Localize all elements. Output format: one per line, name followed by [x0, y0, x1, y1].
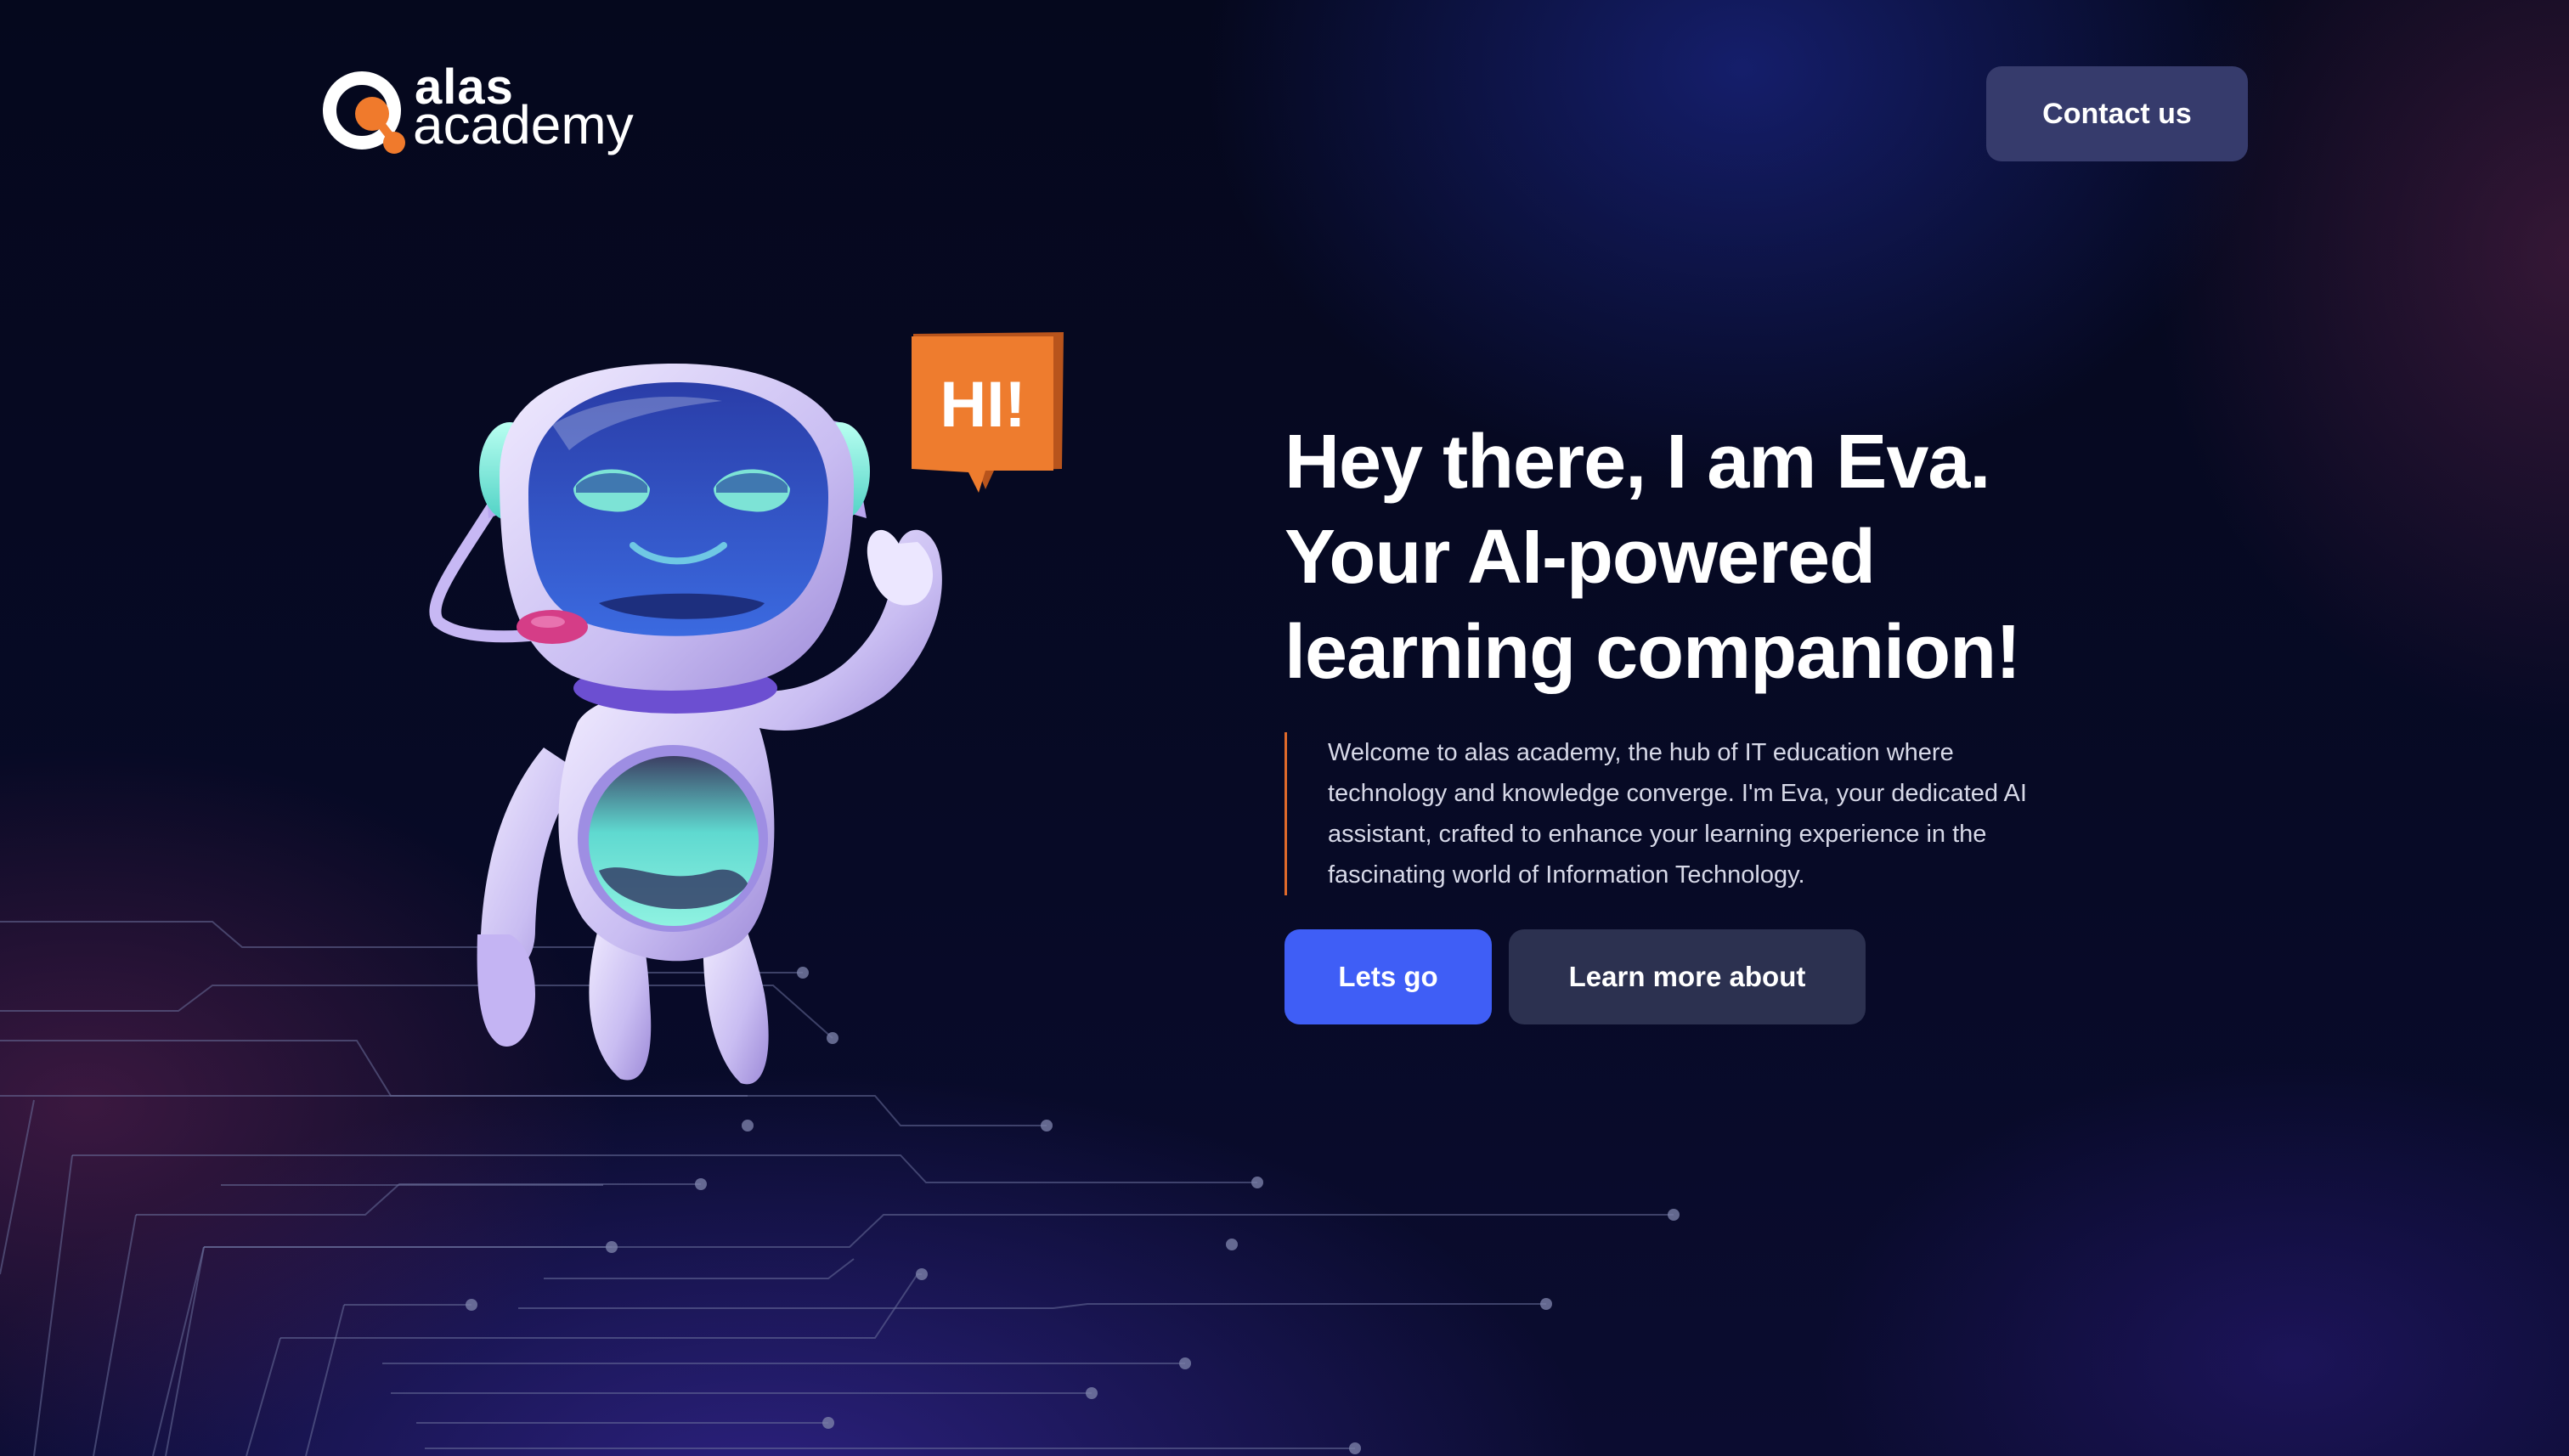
logo-mark-icon — [323, 71, 405, 154]
intro-paragraph: Welcome to alas academy, the hub of IT e… — [1284, 732, 2117, 895]
speech-bubble: HI! — [912, 332, 1064, 493]
circuit-lines-decoration — [0, 921, 1680, 1456]
intro-line-3: assistant, crafted to enhance your learn… — [1328, 821, 1987, 848]
learn-more-button[interactable]: Learn more about — [1509, 929, 1866, 1024]
brand-logo[interactable]: alas academy — [319, 63, 659, 158]
hero-title-line-3: learning companion! — [1284, 610, 2021, 695]
robot-mascot-illustration: HI! — [429, 332, 1064, 1085]
hero-actions: Lets go Learn more about — [1284, 929, 1866, 1024]
hero-heading-block: Hey there, I am Eva. Your AI-powered lea… — [1284, 415, 2219, 700]
logo-text-academy: academy — [413, 94, 634, 155]
intro-line-2: technology and knowledge converge. I'm E… — [1328, 780, 2027, 807]
intro-line-1: Welcome to alas academy, the hub of IT e… — [1328, 739, 1954, 766]
lets-go-button[interactable]: Lets go — [1284, 929, 1492, 1024]
speech-bubble-text: HI! — [940, 369, 1025, 441]
hero-title-line-1: Hey there, I am Eva. — [1284, 420, 1990, 505]
intro-line-4: fascinating world of Information Technol… — [1328, 861, 1805, 889]
hero-title: Hey there, I am Eva. Your AI-powered lea… — [1284, 415, 2219, 700]
contact-us-button[interactable]: Contact us — [1986, 66, 2248, 161]
hero-title-line-2: Your AI-powered — [1284, 515, 1876, 600]
